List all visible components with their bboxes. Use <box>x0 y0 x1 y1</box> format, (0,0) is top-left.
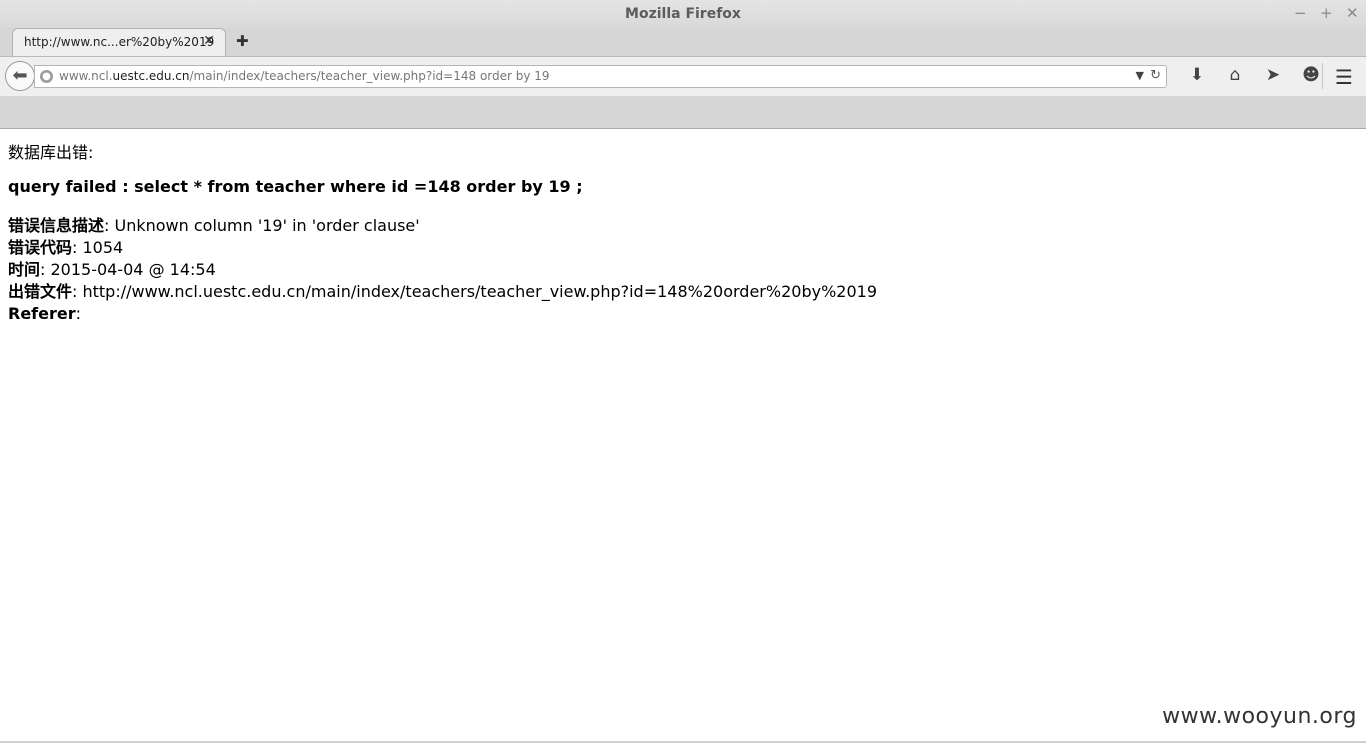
watermark: www.wooyun.org <box>1162 704 1357 729</box>
new-tab-button[interactable]: ✚ <box>236 32 249 50</box>
error-code-label: 错误代码 <box>8 238 73 257</box>
error-code-row: 错误代码: 1054 <box>8 237 877 259</box>
back-button[interactable]: ⬅ <box>5 61 35 91</box>
url-path: /main/index/teachers/teacher_view.php?id… <box>189 69 550 83</box>
error-description-label: 错误信息描述 <box>8 216 105 235</box>
window-title: Mozilla Firefox <box>625 6 741 22</box>
toolbar-separator <box>1322 63 1323 89</box>
page-content: 数据库出错: query failed : select * from teac… <box>8 129 1366 743</box>
error-code-value: : 1054 <box>72 238 124 257</box>
error-description-value: : Unknown column '19' in 'order clause' <box>104 216 420 235</box>
browser-chrome: Mozilla Firefox − + ✕ http://www.nc...er… <box>0 0 1366 129</box>
home-icon[interactable]: ⌂ <box>1216 65 1254 85</box>
error-file-row: 出错文件: http://www.ncl.uestc.edu.cn/main/i… <box>8 281 877 303</box>
url-text[interactable]: www.ncl.uestc.edu.cn/main/index/teachers… <box>59 69 550 83</box>
error-details: 错误信息描述: Unknown column '19' in 'order cl… <box>8 215 877 325</box>
globe-icon[interactable]: ● <box>40 70 53 83</box>
error-time-label: 时间 <box>8 260 41 279</box>
menu-icon[interactable]: ☰ <box>1335 65 1353 89</box>
referer-row: Referer: <box>8 303 877 325</box>
tab-active[interactable]: http://www.nc...er%20by%2019 ✕ <box>12 28 226 56</box>
error-time-value: : 2015-04-04 @ 14:54 <box>40 260 216 279</box>
toolbar-icons: ⬇ ⌂ ➤ ☻ <box>1178 65 1330 85</box>
referer-label: Referer <box>8 304 76 323</box>
error-file-label: 出错文件 <box>8 282 73 301</box>
error-file-value: : http://www.ncl.uestc.edu.cn/main/index… <box>72 282 877 301</box>
query-failed-message: query failed : select * from teacher whe… <box>8 177 583 196</box>
error-description-row: 错误信息描述: Unknown column '19' in 'order cl… <box>8 215 877 237</box>
window-controls: − + ✕ <box>1294 4 1359 22</box>
bookmarks-bar <box>0 96 1366 128</box>
url-bar[interactable]: ● www.ncl.uestc.edu.cn/main/index/teache… <box>34 65 1167 88</box>
url-host: uestc.edu.cn <box>112 69 190 83</box>
maximize-button[interactable]: + <box>1320 4 1333 22</box>
url-dropdown-icon[interactable]: ▼ <box>1136 69 1144 82</box>
download-icon[interactable]: ⬇ <box>1178 65 1216 85</box>
smiley-icon[interactable]: ☻ <box>1292 65 1330 85</box>
error-time-row: 时间: 2015-04-04 @ 14:54 <box>8 259 877 281</box>
title-bar: Mozilla Firefox − + ✕ <box>0 0 1366 28</box>
navigation-bar: ⬅ ● www.ncl.uestc.edu.cn/main/index/teac… <box>0 56 1366 96</box>
tab-strip: http://www.nc...er%20by%2019 ✕ ✚ <box>0 28 1366 56</box>
referer-value: : <box>75 304 82 323</box>
reload-icon[interactable]: ↻ <box>1150 68 1161 83</box>
db-error-title: 数据库出错: <box>8 143 94 162</box>
tab-label: http://www.nc...er%20by%2019 <box>24 35 215 49</box>
minimize-button[interactable]: − <box>1294 4 1307 22</box>
share-icon[interactable]: ➤ <box>1254 65 1292 85</box>
close-window-button[interactable]: ✕ <box>1346 4 1359 22</box>
close-tab-icon[interactable]: ✕ <box>203 33 215 49</box>
url-prefix: www.ncl. <box>59 69 113 83</box>
